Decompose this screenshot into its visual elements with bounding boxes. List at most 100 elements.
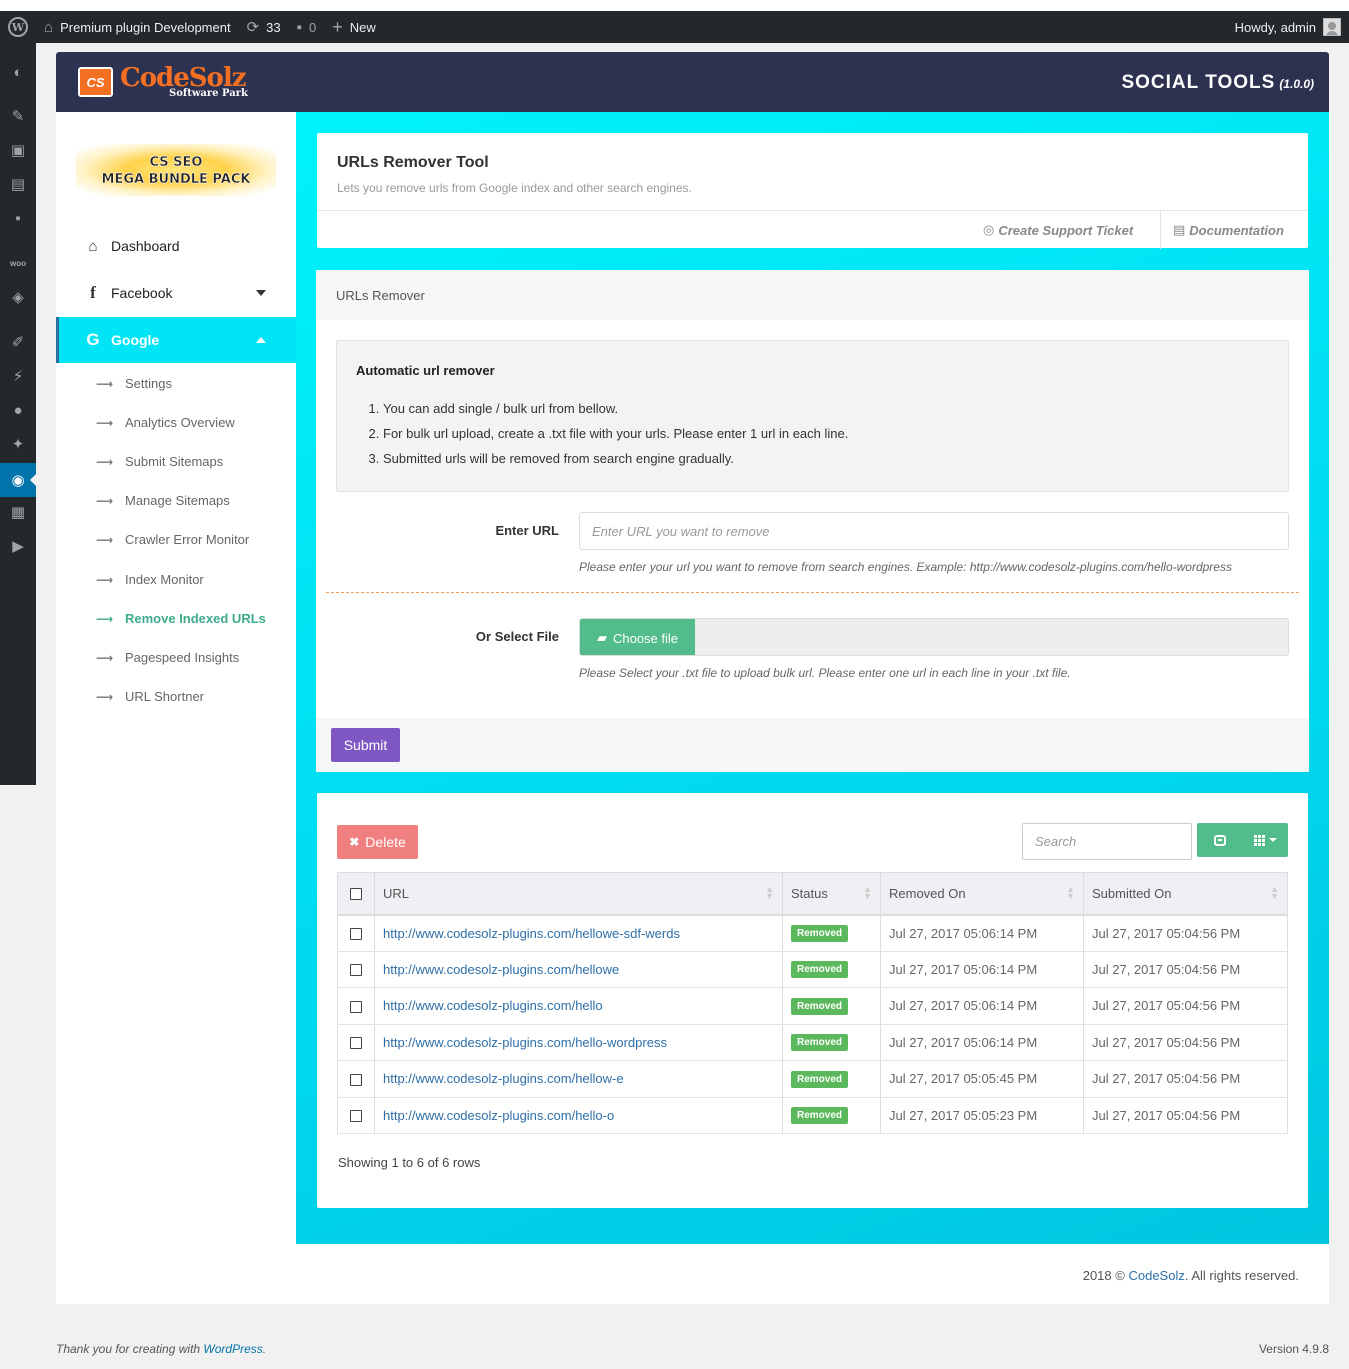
url-link[interactable]: http://www.codesolz-plugins.com/hello-wo… [383, 1035, 667, 1050]
row-checkbox[interactable] [350, 1000, 362, 1013]
status-cell: Removed [782, 1024, 881, 1061]
table-row: http://www.codesolz-plugins.com/hello-wo… [337, 1024, 1288, 1061]
submenu-settings[interactable]: ⟶ Settings [96, 364, 296, 403]
row-select-cell [337, 1024, 375, 1061]
products-icon[interactable]: ◈ [0, 280, 36, 314]
submitted-on-cell: Jul 27, 2017 05:04:56 PM [1083, 951, 1288, 988]
enter-url-label: Enter URL [495, 523, 559, 538]
column-status[interactable]: Status ▲ ▼ [782, 872, 881, 916]
status-cell: Removed [782, 951, 881, 988]
bundle-line-2: MEGA BUNDLE PACK [101, 172, 251, 187]
submenu-crawler-error-monitor[interactable]: ⟶ Crawler Error Monitor [96, 520, 296, 559]
woo-icon[interactable]: woo [0, 246, 36, 280]
choose-file-button[interactable]: ▰ Choose file [580, 619, 695, 655]
plugin-wrap: CS CodeSolz Software Park SOCIAL TOOLS (1… [56, 52, 1329, 1304]
updates-link[interactable]: ⟳ 33 [239, 11, 289, 43]
url-link[interactable]: http://www.codesolz-plugins.com/hello [383, 998, 603, 1013]
submenu-manage-sitemaps[interactable]: ⟶ Manage Sitemaps [96, 481, 296, 520]
home-icon: ⌂ [44, 18, 54, 36]
create-support-ticket-link[interactable]: ◎ Create Support Ticket [983, 211, 1133, 249]
pin-icon[interactable]: ✎ [0, 99, 36, 133]
bundle-banner: CS SEO MEGA BUNDLE PACK [76, 144, 276, 196]
app-title-text: SOCIAL TOOLS [1121, 72, 1276, 93]
submenu-url-shortner[interactable]: ⟶ URL Shortner [96, 677, 296, 716]
url-input[interactable] [579, 512, 1289, 550]
arrow-right-icon: ⟶ [96, 650, 114, 665]
columns-button[interactable] [1243, 823, 1289, 857]
row-checkbox[interactable] [350, 928, 362, 941]
users-icon[interactable]: ● [0, 393, 36, 427]
pages-icon[interactable]: ▤ [0, 167, 36, 201]
status-badge: Removed [791, 925, 849, 942]
toggle-view-button[interactable] [1197, 823, 1243, 857]
play-icon[interactable]: ▶ [0, 529, 36, 563]
wordpress-link[interactable]: WordPress [203, 1342, 262, 1356]
site-name-link[interactable]: ⌂ Premium plugin Development [36, 11, 239, 43]
avatar [1323, 18, 1341, 36]
dashboard-icon[interactable]: ◐ [0, 55, 36, 89]
comments-count: 0 [308, 19, 317, 35]
codesolz-link[interactable]: CodeSolz [1128, 1268, 1184, 1283]
delete-button[interactable]: ✖ Delete [337, 825, 418, 859]
top-gap [0, 0, 1349, 11]
url-link[interactable]: http://www.codesolz-plugins.com/hello-o [383, 1108, 614, 1123]
pagination-info: Showing 1 to 6 of 6 rows [338, 1155, 481, 1170]
row-checkbox[interactable] [350, 1110, 362, 1123]
appearance-icon[interactable]: ✐ [0, 325, 36, 359]
sort-icon: ▲ ▼ [1270, 884, 1279, 901]
account-menu[interactable]: Howdy, admin [1235, 18, 1349, 36]
row-checkbox[interactable] [350, 1037, 362, 1050]
nav-facebook[interactable]: f Facebook [56, 270, 296, 316]
social-tools-icon[interactable]: ◉ [0, 463, 36, 497]
submenu-label: Submit Sitemaps [125, 454, 224, 469]
removed-on-cell: Jul 27, 2017 05:06:14 PM [880, 987, 1084, 1025]
column-removed-on[interactable]: Removed On ▲ ▼ [880, 872, 1084, 916]
removed-on-cell: Jul 27, 2017 05:06:14 PM [880, 951, 1084, 988]
url-link[interactable]: http://www.codesolz-plugins.com/hellowe [383, 962, 619, 977]
arrow-right-icon: ⟶ [96, 493, 114, 508]
submenu-index-monitor[interactable]: ⟶ Index Monitor [96, 560, 296, 599]
file-input-group[interactable]: ▰ Choose file [579, 618, 1289, 656]
documentation-link[interactable]: ▤ Documentation [1173, 211, 1284, 249]
row-select-cell [337, 987, 375, 1025]
nav-dashboard[interactable]: ⌂ Dashboard [56, 223, 296, 269]
comments-icon[interactable]: ▪ [0, 201, 36, 235]
sort-icon: ▲ ▼ [1066, 884, 1075, 901]
select-all-checkbox[interactable] [350, 888, 362, 901]
removed-on-cell: Jul 27, 2017 05:05:23 PM [880, 1097, 1084, 1134]
close-icon: ✖ [349, 835, 360, 849]
column-submitted-on[interactable]: Submitted On ▲ ▼ [1083, 872, 1288, 916]
media-icon[interactable]: ▣ [0, 133, 36, 167]
row-checkbox[interactable] [350, 964, 362, 977]
submenu-submit-sitemaps[interactable]: ⟶ Submit Sitemaps [96, 442, 296, 481]
alert-title: Automatic url remover [356, 363, 495, 378]
search-input[interactable] [1022, 823, 1192, 860]
row-select-cell [337, 951, 375, 988]
card-view-icon [1213, 834, 1226, 846]
docs-link-label: Documentation [1189, 222, 1284, 238]
submenu-pagespeed-insights[interactable]: ⟶ Pagespeed Insights [96, 638, 296, 677]
nav-google[interactable]: G Google [56, 317, 296, 363]
tools-icon[interactable]: ✦ [0, 427, 36, 461]
instruction-list: You can add single / bulk url from bello… [369, 396, 848, 471]
url-link[interactable]: http://www.codesolz-plugins.com/hellow-e [383, 1071, 624, 1086]
arrow-right-icon: ⟶ [96, 572, 114, 587]
wp-logo-button[interactable]: W [0, 11, 36, 43]
submenu-label: Manage Sitemaps [125, 493, 230, 508]
settings-icon[interactable]: ▦ [0, 495, 36, 529]
table-row: http://www.codesolz-plugins.com/hellowe … [337, 951, 1288, 988]
new-content-link[interactable]: + New [324, 11, 384, 43]
submenu-analytics-overview[interactable]: ⟶ Analytics Overview [96, 403, 296, 442]
row-checkbox[interactable] [350, 1073, 362, 1086]
instruction-item: For bulk url upload, create a .txt file … [383, 421, 848, 446]
removed-urls-card: ✖ Delete URL ▲▼ Status ▲▼ Removed On ▲▼ Subm… [317, 793, 1308, 1208]
column-url[interactable]: URL ▲ ▼ [374, 872, 783, 916]
plugins-icon[interactable]: ⚡ [0, 359, 36, 393]
submenu-remove-indexed-urls[interactable]: ⟶ Remove Indexed URLs [96, 599, 296, 638]
copyright-suffix: . All rights reserved. [1184, 1268, 1299, 1283]
site-name: Premium plugin Development [60, 19, 231, 35]
comments-link[interactable]: ▪ 0 [289, 11, 325, 43]
url-link[interactable]: http://www.codesolz-plugins.com/hellowe-… [383, 926, 680, 941]
submit-button[interactable]: Submit [331, 728, 400, 762]
divider [1160, 211, 1161, 249]
